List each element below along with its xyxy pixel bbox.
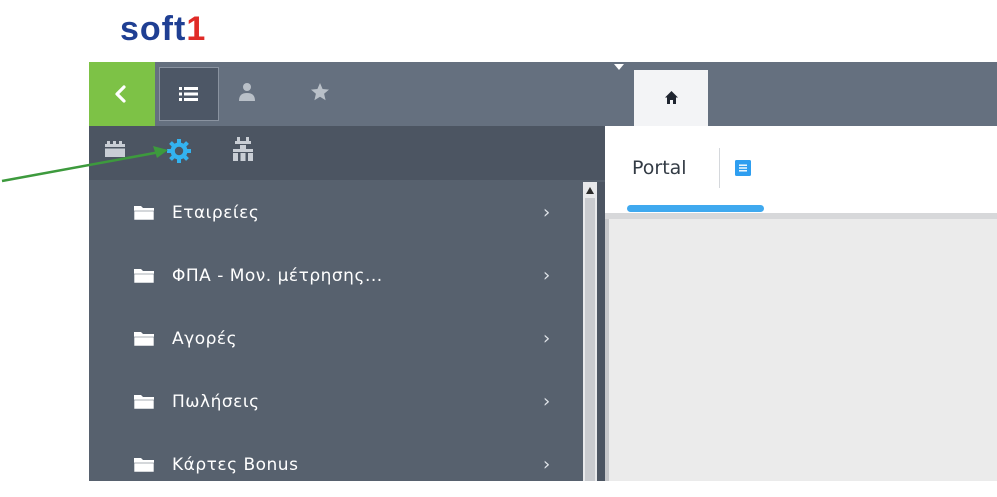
portal-content-area bbox=[605, 219, 997, 481]
top-toolbar bbox=[89, 62, 997, 126]
star-icon bbox=[311, 83, 329, 101]
sidebar-item-sales[interactable]: Πωλήσεις › bbox=[89, 371, 583, 434]
annotation-arrow-icon bbox=[1, 146, 168, 183]
folder-icon bbox=[134, 395, 154, 410]
folder-icon bbox=[134, 206, 154, 221]
home-icon bbox=[665, 91, 678, 104]
tabs-dropdown-caret[interactable] bbox=[614, 64, 624, 70]
folder-icon bbox=[134, 332, 154, 347]
soft1-logo: soft1 bbox=[120, 12, 206, 46]
sidebar-item-label: Εταιρείες bbox=[172, 203, 260, 223]
chevron-left-icon bbox=[115, 85, 126, 103]
sidebar-item-companies[interactable]: Εταιρείες › bbox=[89, 182, 583, 245]
list-icon bbox=[179, 87, 198, 101]
home-tab[interactable] bbox=[634, 70, 708, 126]
sidebar-item-bonus-cards[interactable]: Κάρτες Bonus › bbox=[89, 434, 583, 497]
sidebar-item-label: Πωλήσεις bbox=[172, 392, 260, 412]
logo-text: soft bbox=[120, 10, 187, 48]
sidebar-item-label: Αγορές bbox=[172, 329, 238, 349]
folder-icon bbox=[134, 458, 154, 473]
tools-tab[interactable] bbox=[232, 136, 254, 166]
menu-button[interactable] bbox=[159, 67, 219, 121]
chevron-right-icon: › bbox=[543, 265, 551, 286]
chevron-right-icon: › bbox=[543, 454, 551, 475]
sidebar-menu: Εταιρείες › ΦΠΑ - Μον. μέτρησης... › Αγο… bbox=[89, 182, 583, 497]
scrollbar-thumb[interactable] bbox=[585, 198, 595, 481]
chevron-right-icon: › bbox=[543, 202, 551, 223]
user-icon bbox=[239, 83, 255, 101]
sidebar-item-purchases[interactable]: Αγορές › bbox=[89, 308, 583, 371]
scroll-up-arrow[interactable] bbox=[586, 187, 594, 194]
chevron-right-icon: › bbox=[543, 391, 551, 412]
document-icon bbox=[735, 160, 751, 176]
logo-number: 1 bbox=[186, 10, 207, 48]
portal-menu-button[interactable] bbox=[735, 160, 751, 180]
collapse-sidebar-button[interactable] bbox=[89, 62, 155, 126]
sidebar-splitter[interactable] bbox=[597, 182, 605, 481]
tab-portal[interactable]: Portal bbox=[632, 156, 687, 180]
active-tab-indicator bbox=[627, 205, 764, 212]
tab-separator bbox=[719, 148, 720, 188]
content-area-edge bbox=[605, 219, 609, 481]
sidebar-item-vat-units[interactable]: ΦΠΑ - Μον. μέτρησης... › bbox=[89, 245, 583, 308]
folder-icon bbox=[134, 269, 154, 284]
tools-icon bbox=[233, 137, 253, 161]
user-button[interactable] bbox=[238, 82, 256, 106]
sidebar-item-label: Κάρτες Bonus bbox=[172, 455, 299, 475]
chevron-right-icon: › bbox=[543, 328, 551, 349]
sidebar-item-label: ΦΠΑ - Μον. μέτρησης... bbox=[172, 266, 383, 286]
favorites-button[interactable] bbox=[310, 82, 330, 106]
